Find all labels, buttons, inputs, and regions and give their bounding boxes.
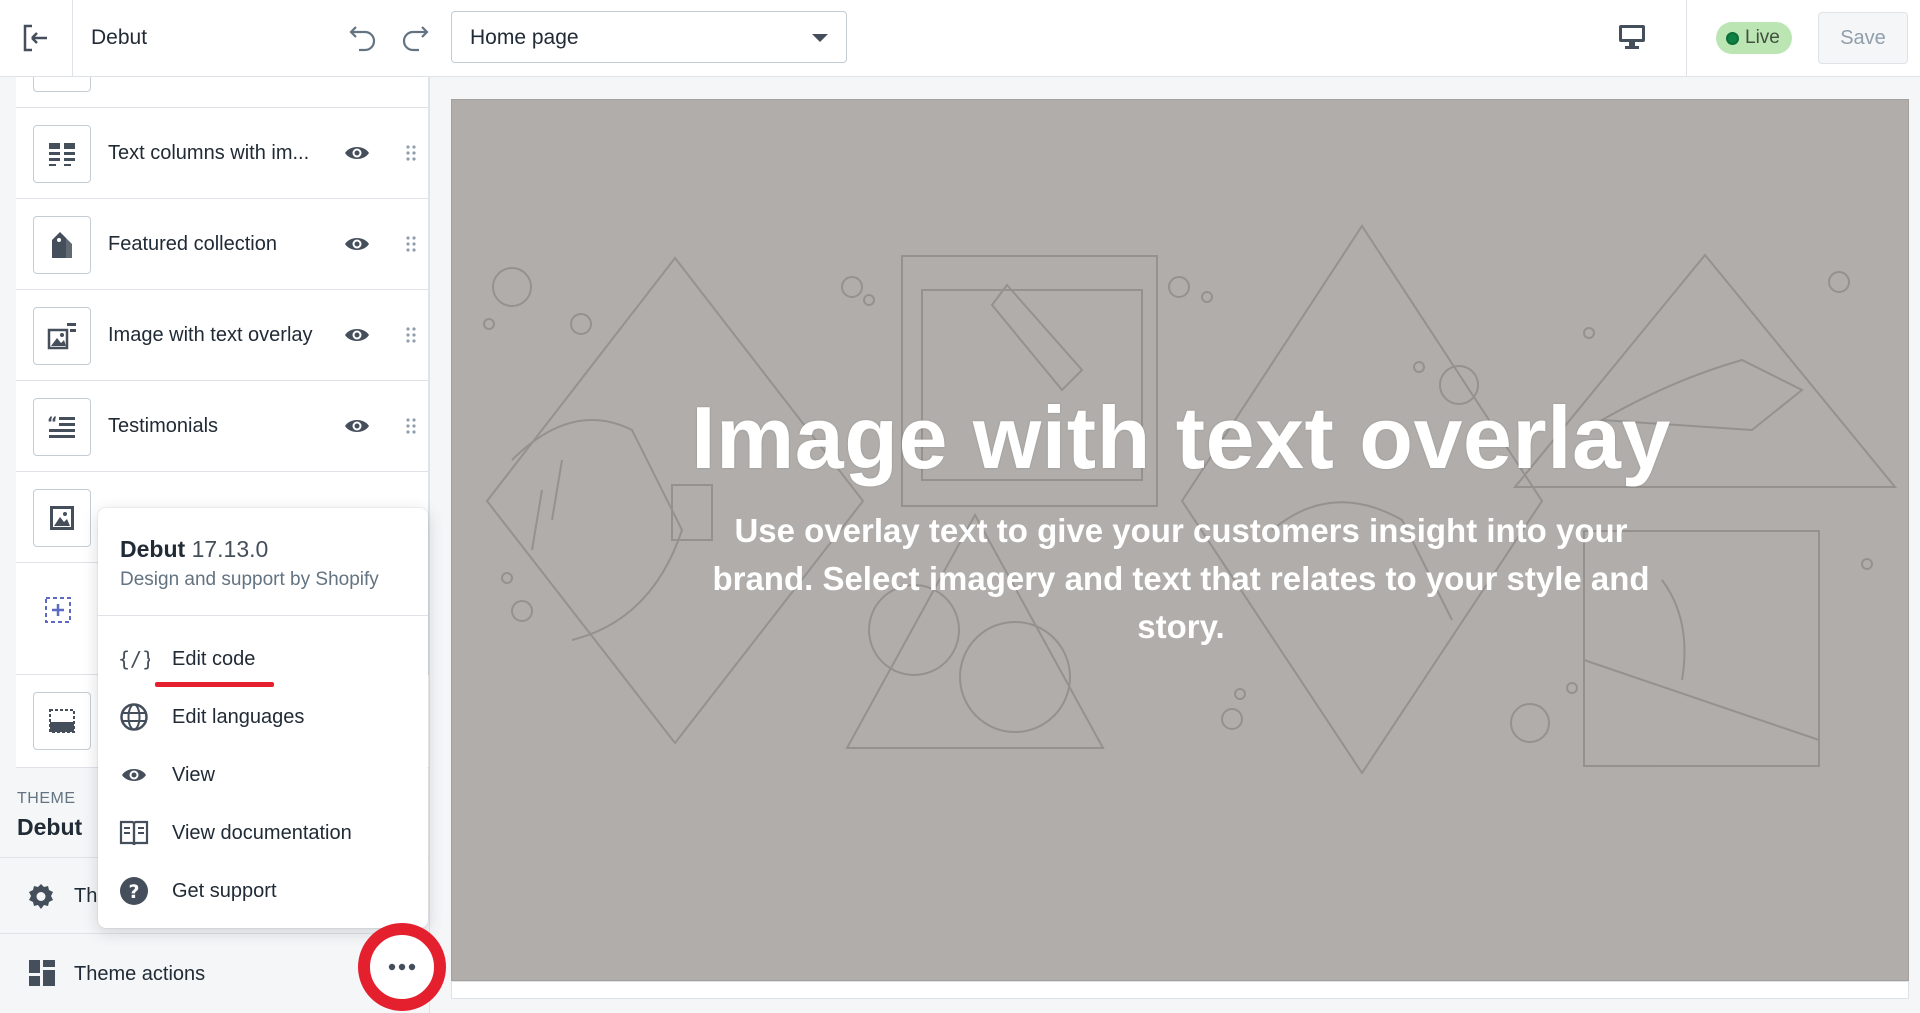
menu-item-view[interactable]: View (98, 746, 428, 804)
section-icon (33, 77, 91, 92)
question-icon: ? (118, 876, 150, 906)
drag-handle-icon[interactable] (404, 142, 418, 164)
theme-name: Debut (17, 814, 83, 840)
desktop-icon (1619, 25, 1645, 49)
preview-text: Use overlay text to give your customers … (712, 512, 1650, 645)
collection-tag-icon (33, 216, 91, 274)
code-icon: {/} (118, 644, 150, 674)
menu-item-label: Get support (172, 880, 277, 902)
undo-button[interactable] (343, 17, 383, 57)
section-row[interactable]: Image with text overlay (16, 290, 429, 381)
topbar-divider (1686, 0, 1687, 77)
popover-header: Debut 17.13.0 Design and support by Shop… (98, 508, 428, 616)
live-status-badge: Live (1716, 22, 1792, 54)
theme-caption: THEME (17, 790, 76, 807)
gear-icon (26, 882, 56, 917)
book-icon (118, 818, 150, 848)
page-select-value: Home page (470, 26, 579, 49)
more-horizontal-icon (388, 963, 416, 971)
menu-item-label: View (172, 764, 215, 786)
image-text-icon (33, 307, 91, 365)
section-label: Image with text overlay (108, 324, 313, 346)
save-button[interactable]: Save (1818, 12, 1908, 64)
popover-theme-title: Debut (120, 536, 186, 562)
status-dot-icon (1726, 31, 1739, 45)
live-label: Live (1745, 27, 1780, 48)
theme-settings-label: Th (74, 885, 98, 907)
caret-down-icon (812, 34, 828, 42)
quote-icon: “ (33, 398, 91, 456)
preview-title: Image with text overlay (691, 388, 1671, 487)
popover-theme-version: 17.13.0 (191, 536, 269, 562)
menu-item-get-support[interactable]: ? Get support (98, 862, 428, 920)
popover-subtitle: Design and support by Shopify (120, 569, 379, 590)
section-row[interactable]: “ Testimonials (16, 381, 429, 472)
section-row-partial[interactable] (16, 77, 429, 108)
footer-icon (33, 692, 91, 750)
theme-preview[interactable]: Image with text overlay Use overlay text… (451, 99, 1909, 981)
popover-theme-name: Debut 17.13.0 (120, 536, 268, 563)
redo-button[interactable] (395, 17, 435, 57)
theme-actions-popover: Debut 17.13.0 Design and support by Shop… (98, 508, 428, 928)
undo-icon (349, 26, 376, 52)
exit-editor-button[interactable] (0, 0, 73, 76)
drag-handle-icon[interactable] (404, 324, 418, 346)
menu-item-label: View documentation (172, 822, 352, 844)
text-columns-icon (33, 125, 91, 183)
preview-scroll-strip (451, 981, 1909, 999)
top-bar: Debut Home page Live Save (0, 0, 1920, 77)
highlight-underline (155, 682, 274, 687)
eye-icon[interactable] (342, 231, 372, 257)
section-row[interactable]: Text columns with im... (16, 108, 429, 199)
menu-item-edit-languages[interactable]: Edit languages (98, 688, 428, 746)
exit-icon (23, 24, 47, 52)
section-row[interactable]: Featured collection (16, 199, 429, 290)
section-label: Testimonials (108, 415, 219, 437)
menu-item-view-documentation[interactable]: View documentation (98, 804, 428, 862)
svg-text:?: ? (128, 881, 139, 903)
menu-item-label: Edit languages (172, 706, 305, 728)
eye-icon (118, 760, 150, 790)
drag-handle-icon[interactable] (404, 233, 418, 255)
theme-actions-label: Theme actions (74, 963, 206, 985)
theme-title: Debut (91, 26, 148, 49)
globe-icon (118, 702, 150, 732)
drag-handle-icon[interactable] (404, 415, 418, 437)
add-section-icon (44, 596, 72, 629)
desktop-view-button[interactable] (1610, 17, 1654, 57)
more-actions-button[interactable] (358, 923, 446, 1011)
eye-icon[interactable] (342, 413, 372, 439)
theme-actions-icon (28, 959, 56, 992)
svg-text:{/}: {/} (118, 647, 150, 671)
eye-icon[interactable] (342, 322, 372, 348)
menu-item-edit-code[interactable]: {/} Edit code (98, 630, 428, 688)
eye-icon[interactable] (342, 140, 372, 166)
section-label: Featured collection (108, 233, 277, 255)
page-select[interactable]: Home page (451, 11, 847, 63)
section-label: Text columns with im... (108, 142, 310, 164)
image-icon (33, 489, 91, 547)
menu-item-label: Edit code (172, 648, 256, 670)
redo-icon (402, 26, 429, 52)
